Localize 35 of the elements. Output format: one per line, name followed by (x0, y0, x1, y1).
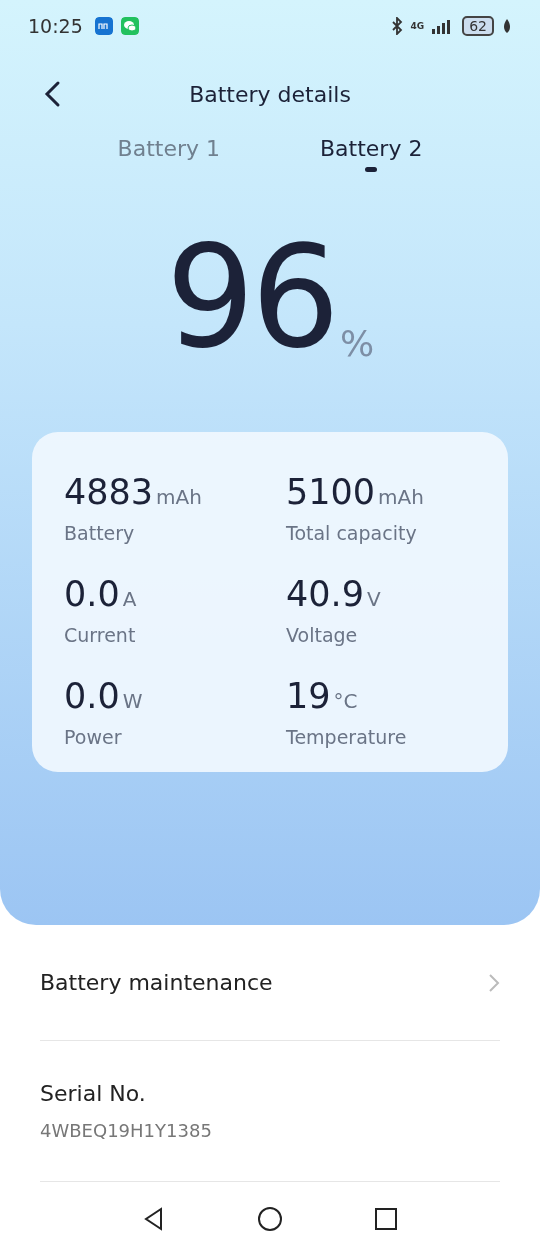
stat-label: Battery (64, 522, 136, 544)
stat-unit: mAh (378, 485, 424, 509)
stat-label: Power (64, 726, 123, 748)
percent-unit: % (339, 323, 375, 364)
app-icon (94, 17, 113, 35)
status-time: 10:25 (28, 15, 83, 37)
recents-nav-icon[interactable] (373, 1206, 399, 1232)
bluetooth-icon (390, 17, 403, 35)
stat-value: 0.0 (64, 574, 120, 614)
stat-value: 0.0 (64, 676, 120, 716)
list-item[interactable]: Battery maintenance (40, 925, 500, 1041)
stat-label: Voltage (286, 624, 359, 646)
stat-value: 4883 (64, 472, 154, 512)
stat-value: 19 (286, 676, 331, 716)
stat-unit: V (366, 587, 381, 611)
stat-value: 40.9 (286, 574, 364, 614)
stat-value: 5100 (286, 472, 376, 512)
home-nav-icon[interactable] (257, 1206, 283, 1232)
page-title: Battery details (189, 81, 351, 107)
battery-tab[interactable]: Battery 2 (320, 136, 423, 196)
battery-indicator: 62 (462, 16, 494, 36)
stat-label: Temperature (286, 726, 408, 748)
leaf-icon (502, 18, 512, 34)
item-value: 4WBEQ19H1Y1385 (40, 1120, 212, 1141)
stat-label: Current (64, 624, 137, 646)
chevron-right-icon (488, 972, 500, 993)
stat-unit: mAh (156, 485, 202, 509)
chat-icon (120, 17, 139, 35)
stat-label: Total capacity (286, 522, 418, 544)
stat-unit: A (122, 587, 137, 611)
item-title: Serial No. (40, 1081, 146, 1106)
stat-unit: °C (333, 689, 358, 713)
charge-percent: 96 (165, 228, 336, 368)
network-type: 4G (410, 21, 425, 31)
stat-unit: W (122, 689, 143, 713)
